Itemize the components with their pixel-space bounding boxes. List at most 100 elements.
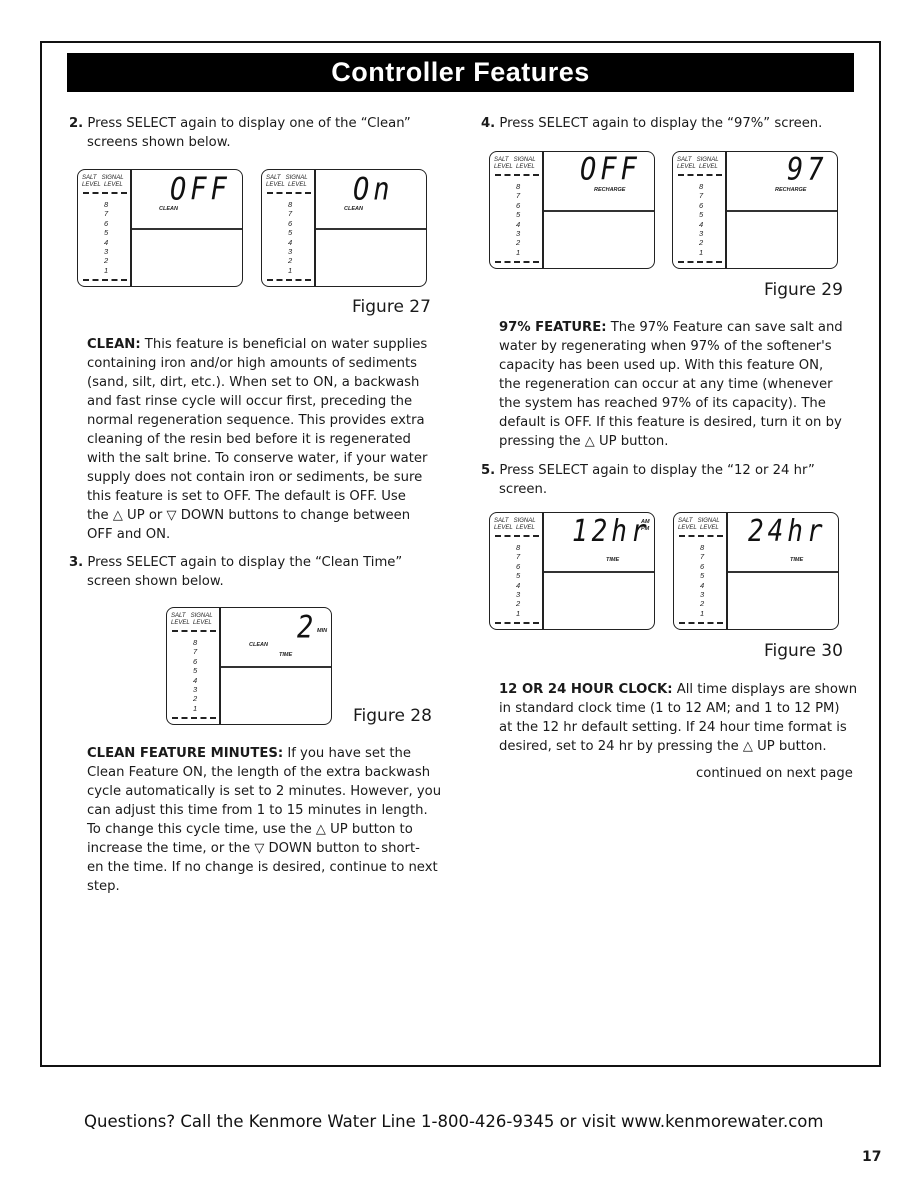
text-line: the system has reached 97% of its capaci…: [499, 396, 826, 411]
level-number: 2: [193, 694, 198, 704]
text-line: desired, set to 24 hr by pressing the: [499, 739, 743, 754]
level-number: 4: [288, 237, 293, 247]
text-line: cleaning of the resin bed before it is r…: [87, 432, 411, 447]
level-label: LEVEL: [82, 182, 101, 188]
level-number: 7: [699, 191, 704, 201]
salt-label: SALT: [266, 175, 281, 181]
level-number: 2: [516, 238, 521, 248]
text-line: this feature is set to OFF. The default …: [87, 489, 406, 504]
level-label: LEVEL: [494, 164, 513, 170]
up-triangle-icon: △: [742, 739, 753, 754]
dashed-divider: [678, 261, 722, 263]
down-triangle-icon: ▽: [166, 508, 177, 523]
level-label: LEVEL: [266, 182, 285, 188]
step-text: screens shown below.: [87, 135, 231, 150]
level-scale: 87654321: [516, 182, 520, 257]
salt-label: SALT: [678, 518, 693, 524]
level-number: 1: [516, 247, 521, 257]
level-panel: SALT SIGNAL LEVEL LEVEL 8 7 6 5 4 3 2 1: [78, 170, 132, 286]
level-number: 8: [104, 200, 109, 209]
level-header: SALT SIGNAL LEVEL LEVEL: [171, 613, 219, 627]
level-number: 5: [104, 228, 109, 238]
text-line: at the 12 hr default setting. If 24 hour…: [499, 720, 847, 735]
text-line: cycle automatically is set to 2 minutes.…: [87, 784, 442, 799]
text-line: containing iron and/or high amounts of s…: [87, 356, 418, 371]
level-number: 3: [699, 229, 704, 239]
level-number: 4: [104, 237, 109, 247]
level-number: 3: [516, 590, 521, 600]
lcd-mode-label: CLEAN: [159, 206, 178, 212]
dashed-divider: [495, 535, 539, 537]
level-scale: 87654321: [193, 638, 197, 713]
step-5: 5. Press SELECT again to display the “12…: [481, 461, 815, 499]
level-number: 4: [516, 219, 521, 229]
dashed-divider: [495, 622, 539, 624]
level-scale: 87654321: [700, 543, 704, 618]
level-panel: SALT SIGNAL LEVEL LEVEL 8 7 6 5 4 3 2 1: [673, 152, 727, 268]
level-label: LEVEL: [677, 164, 696, 170]
lcd-mode-label-2: TIME: [279, 652, 293, 658]
step-4: 4. Press SELECT again to display the “97…: [481, 114, 822, 133]
step-text: Press SELECT again to display the “97%” …: [499, 116, 823, 131]
signal-label: SIGNAL: [101, 175, 124, 181]
lcd-top-segment: 24hr TIME: [728, 513, 838, 573]
text-line: Clean Feature ON, the length of the extr…: [87, 765, 431, 780]
text-line: en the time. If no change is desired, co…: [87, 860, 438, 875]
level-number: 5: [516, 571, 521, 581]
dashed-divider: [495, 261, 539, 263]
signal-label: SIGNAL: [285, 175, 308, 181]
level-label: LEVEL: [516, 525, 535, 531]
level-number: 2: [288, 256, 293, 266]
level-number: 5: [700, 571, 705, 581]
level-number: 6: [699, 200, 704, 210]
text-line: step.: [87, 879, 120, 894]
text-line: supply does not contain iron or sediment…: [87, 470, 423, 485]
level-scale: 87654321: [288, 200, 292, 275]
clean-minutes-paragraph: CLEAN FEATURE MINUTES: If you have set t…: [87, 744, 447, 896]
lcd-main-readout: OFF: [170, 171, 231, 208]
lcd-top-segment: 97 RECHARGE: [727, 152, 837, 212]
figure-27-caption: Figure 27: [352, 297, 431, 317]
level-number: 1: [104, 265, 109, 275]
feature-97-paragraph: 97% FEATURE: The 97% Feature can save sa…: [499, 318, 859, 451]
level-header: SALT SIGNAL LEVEL LEVEL: [678, 518, 726, 532]
lcd-mode-label: TIME: [790, 557, 804, 563]
level-number: 3: [700, 590, 705, 600]
text-line: If you have set the: [283, 746, 412, 761]
salt-label: SALT: [82, 175, 97, 181]
salt-label: SALT: [494, 518, 509, 524]
step-number: 3.: [69, 555, 84, 570]
lcd-mode-label: RECHARGE: [594, 187, 626, 193]
dashed-divider: [679, 535, 723, 537]
salt-label: SALT: [171, 613, 186, 619]
level-number: 4: [699, 219, 704, 229]
signal-label: SIGNAL: [696, 157, 719, 163]
level-panel: SALT SIGNAL LEVEL LEVEL 8 7 6 5 4 3 2 1: [167, 608, 221, 724]
text-line: DOWN buttons to change between: [176, 508, 411, 523]
text-line: the: [87, 508, 113, 523]
salt-label: SALT: [677, 157, 692, 163]
lcd-top-segment: On CLEAN: [316, 170, 426, 230]
dashed-divider: [678, 174, 722, 176]
level-number: 1: [699, 247, 704, 257]
level-label: LEVEL: [700, 525, 719, 531]
level-number: 6: [516, 200, 521, 210]
step-2: 2. Press SELECT again to display one of …: [69, 114, 411, 152]
level-panel: SALT SIGNAL LEVEL LEVEL 8 7 6 5 4 3 2 1: [674, 513, 728, 629]
text-line: UP button.: [594, 434, 669, 449]
level-number: 4: [700, 580, 705, 590]
level-label: LEVEL: [516, 164, 535, 170]
footer-contact: Questions? Call the Kenmore Water Line 1…: [84, 1112, 824, 1131]
lcd-top-segment: 12hr AM PM TIME: [544, 513, 654, 573]
step-number: 4.: [481, 116, 496, 131]
level-label: LEVEL: [171, 620, 190, 626]
level-number: 4: [193, 675, 198, 685]
lcd-display-12hr: SALT SIGNAL LEVEL LEVEL 8 7 6 5 4 3 2 1 12hr AM PM TI…: [489, 512, 655, 630]
text-line: DOWN button to short-: [264, 841, 420, 856]
figure-28-caption: Figure 28: [353, 706, 432, 726]
text-line: UP button to: [325, 822, 413, 837]
level-panel: SALT SIGNAL LEVEL LEVEL 8 7 6 5 4 3 2 1: [490, 513, 544, 629]
level-number: 5: [288, 228, 293, 238]
level-number: 6: [104, 218, 109, 228]
down-triangle-icon: ▽: [254, 841, 265, 856]
